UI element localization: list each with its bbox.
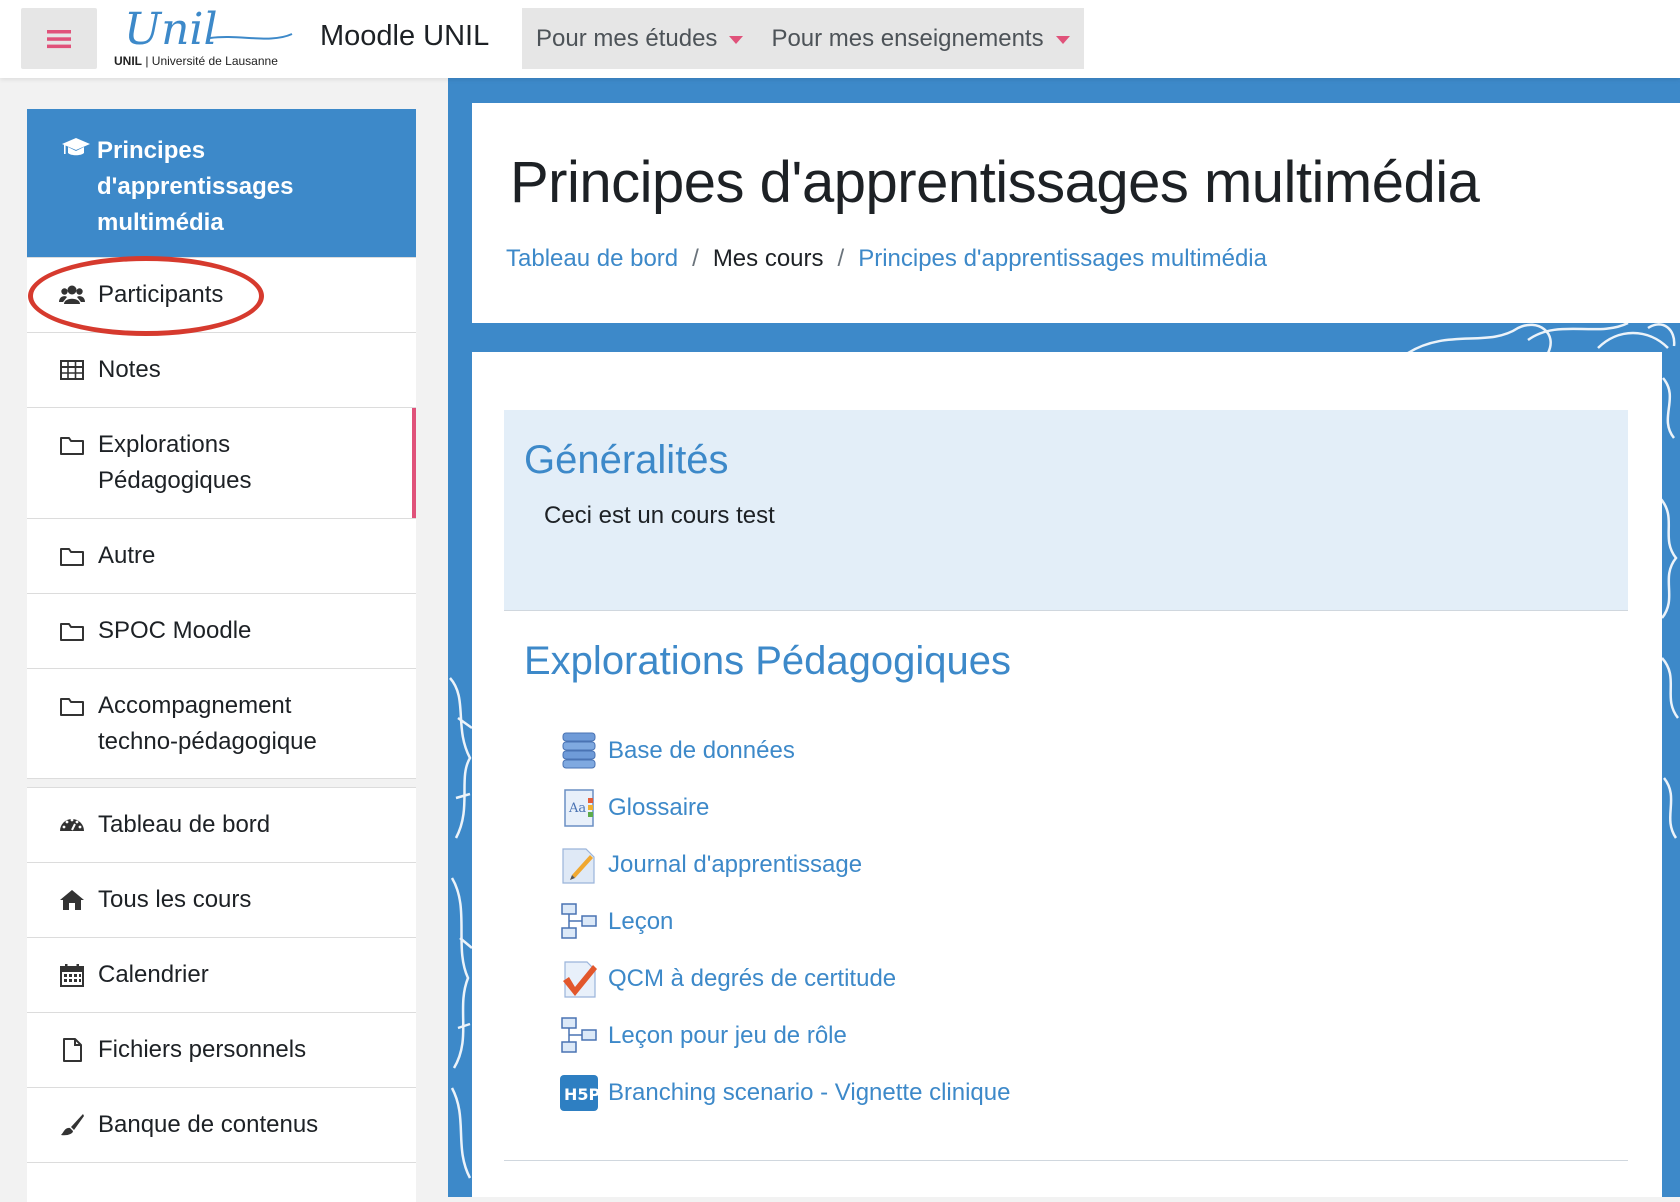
activity-lecon-jeu-de-role[interactable]: Leçon pour jeu de rôle — [560, 1007, 1010, 1064]
sidebar-item-notes[interactable]: Notes — [27, 332, 416, 407]
section-summary: Ceci est un cours test — [544, 502, 775, 529]
activity-list: Base de données Aa Glossaire Journal d'a… — [560, 722, 1010, 1121]
sidebar-item-tous-les-cours[interactable]: Tous les cours — [27, 862, 416, 937]
menu-toggle-button[interactable] — [21, 8, 97, 69]
sidebar-item-tableau-de-bord[interactable]: Tableau de bord — [27, 787, 416, 862]
sidebar-item-label: Tous les cours — [98, 886, 252, 913]
dashboard-icon — [60, 818, 84, 831]
activity-label: QCM à degrés de certitude — [608, 964, 897, 992]
menu-label: Pour mes enseignements — [771, 24, 1044, 52]
top-navbar: Unil UNIL | Université de Lausanne Moodl… — [0, 0, 1680, 78]
breadcrumb: Tableau de bord / Mes cours / Principes … — [506, 245, 1267, 273]
sidebar-item-accompagnement[interactable]: Accompagnement techno-pédagogique — [27, 668, 416, 779]
lesson-icon — [561, 902, 597, 939]
course-nav-list: Participants Notes Explorations Pédagogi… — [27, 257, 416, 779]
sidebar-item-label: Banque de contenus — [98, 1111, 319, 1138]
activity-label: Base de données — [608, 736, 795, 764]
users-icon — [59, 285, 85, 304]
home-icon — [60, 890, 84, 910]
caret-down-icon — [729, 35, 744, 44]
sidebar-item-fichiers-personnels[interactable]: Fichiers personnels — [27, 1012, 416, 1087]
activity-label: Journal d'apprentissage — [608, 850, 863, 878]
activity-lecon[interactable]: Leçon — [560, 893, 1010, 950]
logo-caption: UNIL | Université de Lausanne — [114, 54, 278, 68]
activity-base-de-donnees[interactable]: Base de données — [560, 722, 1010, 779]
nav-drawer: Principes d'apprentissages multimédia Pa… — [27, 109, 416, 1202]
calendar-icon — [60, 964, 84, 987]
menu-pour-mes-etudes[interactable]: Pour mes études — [522, 25, 757, 53]
h5p-icon: H5P — [560, 1074, 598, 1111]
drawer-course-title: Principes d'apprentissages multimédia — [97, 137, 294, 236]
page-title: Principes d'apprentissages multimédia — [510, 150, 1480, 215]
activity-label: Branching scenario - Vignette clinique — [608, 1078, 1011, 1106]
custom-menu: Pour mes études Pour mes enseignements — [522, 8, 1084, 69]
breadcrumb-link-dashboard[interactable]: Tableau de bord — [506, 245, 678, 273]
section-title-explorations[interactable]: Explorations Pédagogiques — [524, 639, 1011, 684]
sidebar-item-label: Participants — [98, 281, 224, 308]
graduation-cap-icon — [62, 138, 90, 156]
sidebar-item-label: Notes — [98, 356, 161, 383]
database-icon — [562, 732, 596, 768]
activity-glossaire[interactable]: Aa Glossaire — [560, 779, 1010, 836]
sidebar-item-label: Explorations Pédagogiques — [98, 431, 252, 494]
folder-icon — [60, 437, 84, 455]
lesson-icon — [561, 1016, 597, 1053]
sidebar-item-participants[interactable]: Participants — [27, 257, 416, 332]
breadcrumb-mes-cours: Mes cours — [712, 245, 824, 272]
sidebar-item-partial[interactable] — [27, 1162, 416, 1202]
glossary-icon: Aa — [564, 788, 594, 827]
caret-down-icon — [1055, 35, 1070, 44]
course-content: Généralités Ceci est un cours test Explo… — [472, 352, 1662, 1197]
sidebar-item-calendrier[interactable]: Calendrier — [27, 937, 416, 1012]
site-nav-list: Tableau de bord Tous les cours Calendrie… — [27, 787, 416, 1202]
file-icon — [63, 1038, 82, 1062]
menu-label: Pour mes études — [536, 24, 718, 52]
folder-icon — [60, 623, 84, 641]
sidebar-item-explorations[interactable]: Explorations Pédagogiques — [27, 407, 416, 518]
paintbrush-icon — [61, 1114, 84, 1136]
breadcrumb-separator: / — [837, 245, 845, 272]
folder-icon — [60, 548, 84, 566]
quiz-icon — [563, 960, 597, 998]
menu-pour-mes-enseignements[interactable]: Pour mes enseignements — [757, 25, 1083, 53]
breadcrumb-link-course[interactable]: Principes d'apprentissages multimédia — [858, 245, 1267, 273]
hamburger-icon — [47, 29, 71, 48]
breadcrumb-separator: / — [692, 245, 699, 272]
sidebar-item-autre[interactable]: Autre — [27, 518, 416, 593]
site-name-link[interactable]: Moodle UNIL — [320, 20, 489, 53]
activity-label: Glossaire — [608, 793, 710, 821]
sidebar-item-label: Autre — [98, 542, 156, 569]
unil-logo[interactable]: Unil UNIL | Université de Lausanne — [110, 4, 300, 70]
svg-text:Aa: Aa — [568, 801, 586, 816]
sidebar-item-label: Tableau de bord — [98, 811, 271, 838]
table-icon — [60, 360, 84, 380]
drawer-divider — [27, 779, 416, 787]
activity-label: Leçon pour jeu de rôle — [608, 1021, 847, 1049]
section-generalites: Généralités Ceci est un cours test — [504, 410, 1628, 611]
section-divider — [504, 1160, 1628, 1161]
folder-icon — [60, 698, 84, 716]
activity-qcm[interactable]: QCM à degrés de certitude — [560, 950, 1010, 1007]
activity-branching-scenario[interactable]: H5P Branching scenario - Vignette cliniq… — [560, 1064, 1010, 1121]
activity-label: Leçon — [608, 907, 674, 935]
svg-text:Unil: Unil — [124, 4, 218, 54]
activity-journal[interactable]: Journal d'apprentissage — [560, 836, 1010, 893]
journal-icon — [562, 847, 595, 884]
sidebar-item-spoc-moodle[interactable]: SPOC Moodle — [27, 593, 416, 668]
sidebar-item-label: Fichiers personnels — [98, 1036, 307, 1063]
drawer-course-link[interactable]: Principes d'apprentissages multimédia — [27, 109, 416, 257]
sidebar-item-label: SPOC Moodle — [98, 617, 252, 644]
section-title[interactable]: Généralités — [524, 438, 729, 483]
sidebar-item-label: Calendrier — [98, 961, 209, 988]
svg-text:H5P: H5P — [564, 1085, 598, 1104]
page-header: Principes d'apprentissages multimédia Ta… — [472, 103, 1680, 323]
sidebar-item-banque-de-contenus[interactable]: Banque de contenus — [27, 1087, 416, 1162]
sidebar-item-label: Accompagnement techno-pédagogique — [98, 692, 317, 755]
